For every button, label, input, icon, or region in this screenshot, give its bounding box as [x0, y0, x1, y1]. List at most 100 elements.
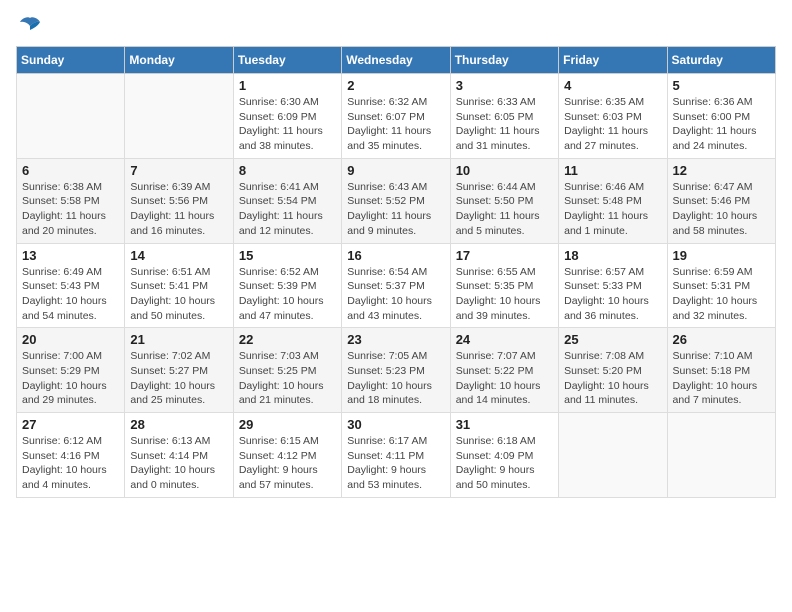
calendar-cell	[17, 74, 125, 159]
page-header	[16, 16, 776, 36]
day-info: Sunrise: 7:08 AM Sunset: 5:20 PM Dayligh…	[564, 349, 661, 408]
calendar-cell: 14Sunrise: 6:51 AM Sunset: 5:41 PM Dayli…	[125, 243, 233, 328]
calendar-cell: 22 Sunrise: 7:03 AM Sunset: 5:25 PM Dayli…	[233, 328, 341, 413]
calendar-header-row: SundayMondayTuesdayWednesdayThursdayFrid…	[17, 47, 776, 74]
day-number: 11	[564, 163, 661, 178]
day-number: 28	[130, 417, 227, 432]
day-info: Sunrise: 6:52 AM Sunset: 5:39 PM Dayligh…	[239, 265, 336, 324]
calendar-week-2: 6Sunrise: 6:38 AM Sunset: 5:58 PM Daylig…	[17, 158, 776, 243]
calendar-cell: 4 Sunrise: 6:35 AM Sunset: 6:03 PM Daylig…	[559, 74, 667, 159]
day-info: Sunrise: 6:49 AM Sunset: 5:43 PM Dayligh…	[22, 265, 119, 324]
calendar-cell: 12 Sunrise: 6:47 AM Sunset: 5:46 PM Dayli…	[667, 158, 775, 243]
calendar-cell: 20 Sunrise: 7:00 AM Sunset: 5:29 PM Dayli…	[17, 328, 125, 413]
day-number: 18	[564, 248, 661, 263]
day-number: 8	[239, 163, 336, 178]
day-number: 7	[130, 163, 227, 178]
day-number: 31	[456, 417, 553, 432]
calendar-cell: 7 Sunrise: 6:39 AM Sunset: 5:56 PM Daylig…	[125, 158, 233, 243]
day-info: Sunrise: 7:02 AM Sunset: 5:27 PM Dayligh…	[130, 349, 227, 408]
day-info: Sunrise: 6:41 AM Sunset: 5:54 PM Dayligh…	[239, 180, 336, 239]
calendar-cell: 6Sunrise: 6:38 AM Sunset: 5:58 PM Daylig…	[17, 158, 125, 243]
day-info: Sunrise: 6:43 AM Sunset: 5:52 PM Dayligh…	[347, 180, 444, 239]
weekday-header-monday: Monday	[125, 47, 233, 74]
day-info: Sunrise: 7:05 AM Sunset: 5:23 PM Dayligh…	[347, 349, 444, 408]
day-info: Sunrise: 6:15 AM Sunset: 4:12 PM Dayligh…	[239, 434, 336, 493]
day-info: Sunrise: 6:32 AM Sunset: 6:07 PM Dayligh…	[347, 95, 444, 154]
calendar-cell: 30Sunrise: 6:17 AM Sunset: 4:11 PM Dayli…	[342, 413, 450, 498]
calendar-cell: 11Sunrise: 6:46 AM Sunset: 5:48 PM Dayli…	[559, 158, 667, 243]
day-number: 25	[564, 332, 661, 347]
day-info: Sunrise: 6:47 AM Sunset: 5:46 PM Dayligh…	[673, 180, 770, 239]
logo-bird-icon	[18, 16, 42, 36]
weekday-header-sunday: Sunday	[17, 47, 125, 74]
day-info: Sunrise: 6:38 AM Sunset: 5:58 PM Dayligh…	[22, 180, 119, 239]
day-number: 22	[239, 332, 336, 347]
day-number: 9	[347, 163, 444, 178]
weekday-header-saturday: Saturday	[667, 47, 775, 74]
day-info: Sunrise: 6:30 AM Sunset: 6:09 PM Dayligh…	[239, 95, 336, 154]
weekday-header-thursday: Thursday	[450, 47, 558, 74]
day-number: 23	[347, 332, 444, 347]
calendar-cell	[559, 413, 667, 498]
calendar-cell: 10 Sunrise: 6:44 AM Sunset: 5:50 PM Dayli…	[450, 158, 558, 243]
calendar-cell: 1 Sunrise: 6:30 AM Sunset: 6:09 PM Daylig…	[233, 74, 341, 159]
calendar-cell: 29 Sunrise: 6:15 AM Sunset: 4:12 PM Dayli…	[233, 413, 341, 498]
weekday-header-friday: Friday	[559, 47, 667, 74]
day-info: Sunrise: 6:55 AM Sunset: 5:35 PM Dayligh…	[456, 265, 553, 324]
calendar-cell: 8 Sunrise: 6:41 AM Sunset: 5:54 PM Daylig…	[233, 158, 341, 243]
day-number: 27	[22, 417, 119, 432]
calendar-cell: 16 Sunrise: 6:54 AM Sunset: 5:37 PM Dayli…	[342, 243, 450, 328]
day-number: 15	[239, 248, 336, 263]
calendar-week-1: 1 Sunrise: 6:30 AM Sunset: 6:09 PM Daylig…	[17, 74, 776, 159]
calendar-cell: 9 Sunrise: 6:43 AM Sunset: 5:52 PM Daylig…	[342, 158, 450, 243]
calendar-cell: 15 Sunrise: 6:52 AM Sunset: 5:39 PM Dayli…	[233, 243, 341, 328]
day-number: 17	[456, 248, 553, 263]
day-number: 4	[564, 78, 661, 93]
calendar-cell: 13 Sunrise: 6:49 AM Sunset: 5:43 PM Dayli…	[17, 243, 125, 328]
day-number: 20	[22, 332, 119, 347]
day-info: Sunrise: 6:33 AM Sunset: 6:05 PM Dayligh…	[456, 95, 553, 154]
day-info: Sunrise: 6:13 AM Sunset: 4:14 PM Dayligh…	[130, 434, 227, 493]
day-number: 12	[673, 163, 770, 178]
day-number: 24	[456, 332, 553, 347]
calendar-table: SundayMondayTuesdayWednesdayThursdayFrid…	[16, 46, 776, 498]
calendar-cell: 5Sunrise: 6:36 AM Sunset: 6:00 PM Daylig…	[667, 74, 775, 159]
calendar-cell: 27 Sunrise: 6:12 AM Sunset: 4:16 PM Dayli…	[17, 413, 125, 498]
day-number: 1	[239, 78, 336, 93]
day-number: 13	[22, 248, 119, 263]
weekday-header-tuesday: Tuesday	[233, 47, 341, 74]
day-info: Sunrise: 6:35 AM Sunset: 6:03 PM Dayligh…	[564, 95, 661, 154]
day-info: Sunrise: 6:54 AM Sunset: 5:37 PM Dayligh…	[347, 265, 444, 324]
calendar-cell: 31Sunrise: 6:18 AM Sunset: 4:09 PM Dayli…	[450, 413, 558, 498]
calendar-cell: 17 Sunrise: 6:55 AM Sunset: 5:35 PM Dayli…	[450, 243, 558, 328]
day-info: Sunrise: 6:36 AM Sunset: 6:00 PM Dayligh…	[673, 95, 770, 154]
day-number: 26	[673, 332, 770, 347]
calendar-cell: 19 Sunrise: 6:59 AM Sunset: 5:31 PM Dayli…	[667, 243, 775, 328]
calendar-cell: 23 Sunrise: 7:05 AM Sunset: 5:23 PM Dayli…	[342, 328, 450, 413]
day-info: Sunrise: 7:07 AM Sunset: 5:22 PM Dayligh…	[456, 349, 553, 408]
day-number: 16	[347, 248, 444, 263]
day-info: Sunrise: 7:03 AM Sunset: 5:25 PM Dayligh…	[239, 349, 336, 408]
day-number: 21	[130, 332, 227, 347]
day-number: 2	[347, 78, 444, 93]
day-info: Sunrise: 6:44 AM Sunset: 5:50 PM Dayligh…	[456, 180, 553, 239]
day-info: Sunrise: 6:39 AM Sunset: 5:56 PM Dayligh…	[130, 180, 227, 239]
calendar-week-4: 20 Sunrise: 7:00 AM Sunset: 5:29 PM Dayli…	[17, 328, 776, 413]
calendar-cell: 25 Sunrise: 7:08 AM Sunset: 5:20 PM Dayli…	[559, 328, 667, 413]
day-info: Sunrise: 6:57 AM Sunset: 5:33 PM Dayligh…	[564, 265, 661, 324]
calendar-cell: 24 Sunrise: 7:07 AM Sunset: 5:22 PM Dayli…	[450, 328, 558, 413]
day-info: Sunrise: 7:10 AM Sunset: 5:18 PM Dayligh…	[673, 349, 770, 408]
calendar-cell: 2 Sunrise: 6:32 AM Sunset: 6:07 PM Daylig…	[342, 74, 450, 159]
day-info: Sunrise: 6:51 AM Sunset: 5:41 PM Dayligh…	[130, 265, 227, 324]
calendar-cell	[125, 74, 233, 159]
day-number: 29	[239, 417, 336, 432]
calendar-week-5: 27 Sunrise: 6:12 AM Sunset: 4:16 PM Dayli…	[17, 413, 776, 498]
calendar-cell: 26 Sunrise: 7:10 AM Sunset: 5:18 PM Dayli…	[667, 328, 775, 413]
logo	[16, 16, 42, 36]
day-info: Sunrise: 6:12 AM Sunset: 4:16 PM Dayligh…	[22, 434, 119, 493]
day-number: 19	[673, 248, 770, 263]
day-info: Sunrise: 7:00 AM Sunset: 5:29 PM Dayligh…	[22, 349, 119, 408]
calendar-week-3: 13 Sunrise: 6:49 AM Sunset: 5:43 PM Dayli…	[17, 243, 776, 328]
day-number: 10	[456, 163, 553, 178]
day-info: Sunrise: 6:59 AM Sunset: 5:31 PM Dayligh…	[673, 265, 770, 324]
